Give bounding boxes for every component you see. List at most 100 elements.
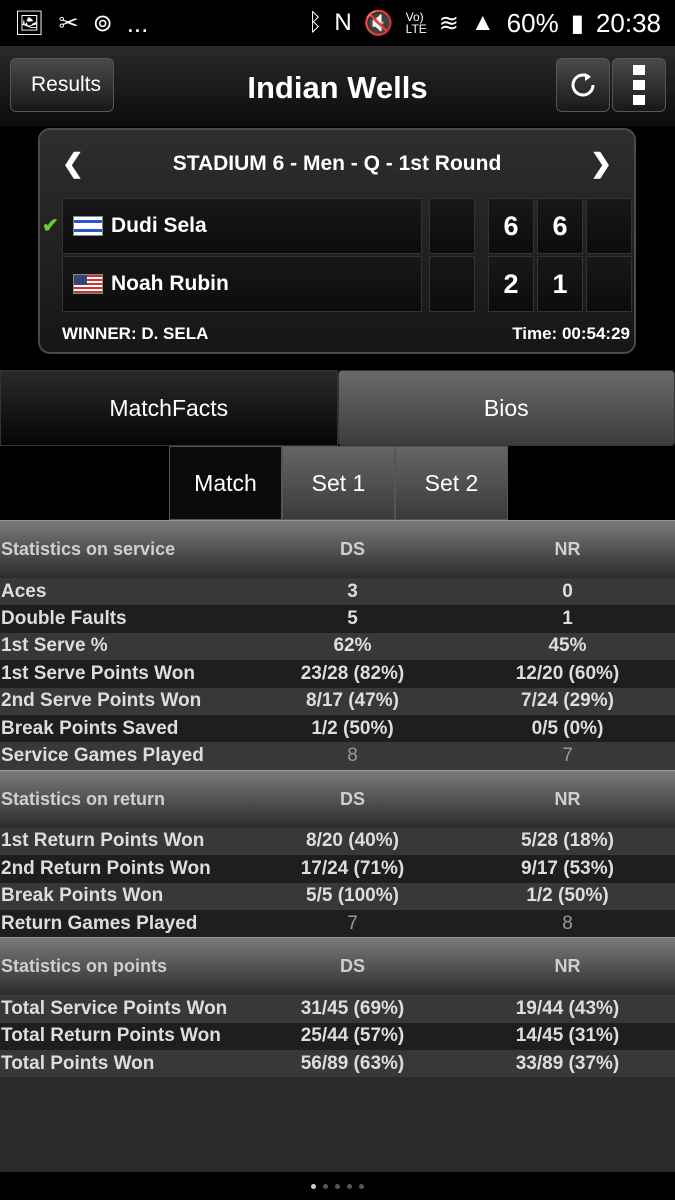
stat-value-nr: 19/44 (43%)	[515, 997, 620, 1019]
stat-label: 1st Serve Points Won	[1, 662, 195, 684]
stat-row: 1st Serve % 62% 45%	[0, 632, 675, 661]
set-selector: Match Set 1 Set 2	[169, 446, 508, 520]
stat-row: Total Points Won 56/89 (63%) 33/89 (37%)	[0, 1050, 675, 1078]
status-bar: 🖼 ✂ ⊚ ... ᛒ N 🔇 Vo) LTE ≋ ▲ 60% ▮ 20:38	[0, 0, 675, 46]
segment-set-2[interactable]: Set 2	[395, 446, 508, 520]
stat-value-nr: 9/17 (53%)	[521, 857, 614, 879]
stat-value-nr: 7	[562, 745, 573, 767]
stat-row: Total Return Points Won 25/44 (57%) 14/45 …	[0, 1022, 675, 1051]
stat-label: Break Points Won	[1, 885, 164, 907]
stat-label: Service Games Played	[1, 745, 204, 767]
nav-bar: Indian Wells Results	[0, 46, 675, 126]
match-score-card: ❮ STADIUM 6 - Men - Q - 1st Round ❯ ✔ Du…	[38, 128, 636, 354]
stat-label: Return Games Played	[1, 912, 198, 934]
stat-value-ds: 8	[347, 745, 358, 767]
tab-matchfacts[interactable]: MatchFacts	[0, 370, 338, 446]
nfc-icon: N	[334, 9, 352, 36]
refresh-button[interactable]	[556, 58, 610, 112]
tab-bios[interactable]: Bios	[337, 370, 675, 446]
next-match-icon[interactable]: ❯	[590, 148, 612, 179]
stat-row: 1st Return Points Won 8/20 (40%) 5/28 (18%…	[0, 827, 675, 856]
stat-value-ds: 5	[347, 608, 358, 630]
more-notifications: ...	[126, 7, 149, 38]
sync-icon: ⊚	[92, 9, 113, 37]
stat-value-nr: 0/5 (0%)	[531, 717, 604, 739]
player-row-2: Noah Rubin 2 1	[62, 256, 632, 312]
main-tabs: MatchFacts Bios	[0, 370, 675, 446]
stats-table: Statistics on service DS NR Aces 3 0 Double…	[0, 520, 675, 1180]
player-name-cell: Dudi Sela	[62, 198, 422, 254]
stat-value-nr: 8	[562, 912, 573, 934]
section-header-return: Statistics on return DS NR	[0, 769, 675, 828]
stat-value-ds: 8/20 (40%)	[306, 830, 399, 852]
player-name-cell: Noah Rubin	[62, 256, 422, 312]
back-button[interactable]: Results	[10, 58, 114, 112]
stat-row: 1st Serve Points Won 23/28 (82%) 12/20 (60…	[0, 660, 675, 688]
stat-label: Total Points Won	[1, 1052, 155, 1074]
back-button-label: Results	[30, 73, 102, 96]
stat-value-ds: 62%	[333, 635, 372, 657]
usa-flag-icon	[73, 274, 103, 294]
segment-match[interactable]: Match	[169, 446, 282, 520]
page-dot	[323, 1183, 328, 1189]
match-time: Time: 00:54:29	[512, 324, 630, 343]
stat-row: Break Points Won 5/5 (100%) 1/2 (50%)	[0, 882, 675, 910]
overflow-menu-button[interactable]	[612, 58, 666, 112]
stat-value-nr: 7/24 (29%)	[521, 690, 614, 712]
stat-value-ds: 56/89 (63%)	[300, 1052, 405, 1074]
set-score: 6	[537, 198, 583, 254]
court-round-label: STADIUM 6 - Men - Q - 1st Round	[172, 152, 502, 175]
stat-value-nr: 45%	[548, 635, 587, 657]
stat-value-ds: 25/44 (57%)	[300, 1025, 405, 1047]
player-name: Dudi Sela	[111, 214, 207, 237]
battery-percent: 60%	[506, 7, 559, 38]
winner-check-icon: ✔	[42, 215, 59, 237]
section-header-points: Statistics on points DS NR	[0, 937, 675, 996]
stat-label: 1st Serve %	[1, 635, 108, 657]
stat-label: Aces	[1, 580, 47, 602]
page-dot	[359, 1183, 364, 1189]
page-dot-active	[311, 1183, 316, 1189]
serve-indicator-cell	[429, 256, 475, 312]
stat-value-nr: 0	[562, 580, 573, 602]
signal-icon: ▲	[470, 9, 495, 36]
stat-row: 2nd Serve Points Won 8/17 (47%) 7/24 (29%)	[0, 687, 675, 715]
refresh-icon	[571, 73, 595, 97]
court-header: ❮ STADIUM 6 - Men - Q - 1st Round ❯	[40, 130, 634, 198]
more-vert-icon	[633, 65, 645, 105]
clock: 20:38	[595, 7, 661, 38]
serve-indicator-cell	[429, 198, 475, 254]
section-header-service: Statistics on service DS NR	[0, 520, 675, 578]
stat-value-nr: 1/2 (50%)	[526, 885, 609, 907]
player-name: Noah Rubin	[111, 272, 229, 295]
set-score: 2	[488, 256, 534, 312]
player-row-1: ✔ Dudi Sela 6 6	[42, 198, 632, 254]
set-score: 1	[537, 256, 583, 312]
segment-set-1[interactable]: Set 1	[282, 446, 395, 520]
stat-label: Double Faults	[1, 608, 127, 630]
stat-row: Double Faults 5 1	[0, 605, 675, 633]
volte-icon: Vo) LTE	[405, 10, 427, 36]
page-indicator	[0, 1172, 675, 1200]
stat-row: 2nd Return Points Won 17/24 (71%) 9/17 (53…	[0, 855, 675, 883]
mute-icon: 🔇	[363, 9, 394, 37]
stat-row: Total Service Points Won 31/45 (69%) 19/44…	[0, 995, 675, 1023]
battery-icon: ▮	[570, 9, 584, 37]
wifi-icon: ≋	[438, 9, 459, 37]
stat-row: Break Points Saved 1/2 (50%) 0/5 (0%)	[0, 714, 675, 743]
stat-value-nr: 1	[562, 608, 573, 630]
stat-value-ds: 7	[347, 912, 358, 934]
prev-match-icon[interactable]: ❮	[62, 148, 84, 179]
set-score-empty	[586, 256, 632, 312]
stat-value-ds: 23/28 (82%)	[300, 662, 405, 684]
bluetooth-icon: ᛒ	[308, 9, 323, 36]
stat-label: 2nd Serve Points Won	[1, 690, 202, 712]
stat-value-nr: 12/20 (60%)	[515, 662, 620, 684]
stat-value-ds: 1/2 (50%)	[311, 717, 394, 739]
stat-label: 2nd Return Points Won	[1, 857, 211, 879]
gallery-icon: 🖼	[14, 9, 45, 37]
set-score: 6	[488, 198, 534, 254]
israel-flag-icon	[73, 216, 103, 236]
winner-label: WINNER: D. SELA	[62, 324, 209, 343]
stat-value-nr: 14/45 (31%)	[515, 1025, 620, 1047]
